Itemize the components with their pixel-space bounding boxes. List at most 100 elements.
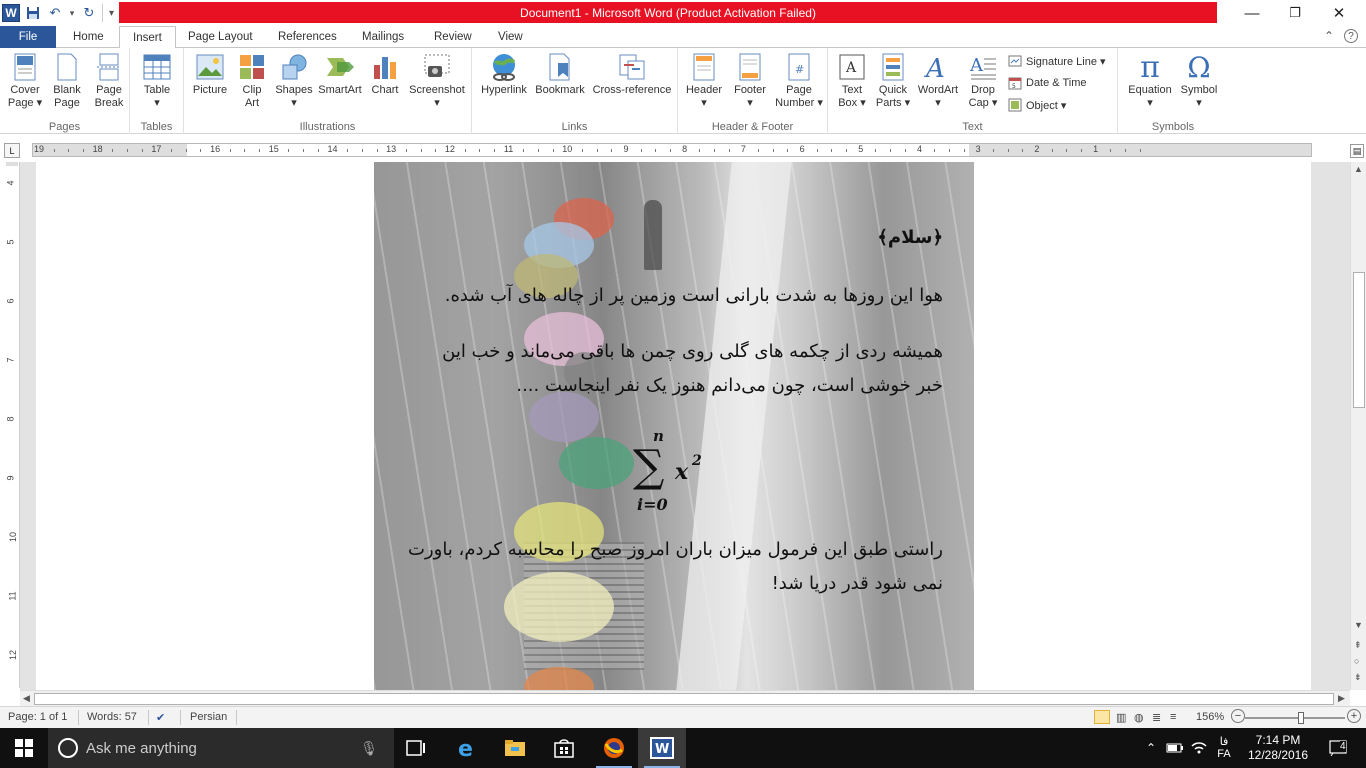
equation-button[interactable]: π Equation ▾: [1124, 52, 1176, 110]
browse-object-icon[interactable]: ○: [1354, 656, 1359, 666]
cover-page-button[interactable]: Cover Page ▾: [6, 52, 44, 110]
signature-line-button[interactable]: Signature Line ▾: [1008, 54, 1106, 68]
language-indicator[interactable]: Persian: [190, 711, 227, 723]
zoom-out-button[interactable]: −: [1231, 709, 1245, 723]
battery-icon[interactable]: [1164, 728, 1186, 768]
tab-mailings[interactable]: Mailings: [349, 26, 417, 48]
vertical-scrollbar[interactable]: ▲ ▼ ⇞ ○ ⇟: [1350, 162, 1366, 690]
print-layout-icon[interactable]: [1094, 710, 1110, 724]
doc-paragraph-3-line-1[interactable]: راستی طبق این فرمول میزان باران امروز صب…: [408, 534, 943, 566]
shapes-button[interactable]: Shapes ▾: [274, 52, 314, 110]
summation-equation[interactable]: ∑ n x 2 i=0: [633, 427, 723, 517]
tab-page-layout[interactable]: Page Layout: [175, 26, 266, 48]
ruler-toggle-icon[interactable]: ▤: [1350, 144, 1364, 158]
word-taskbar-icon[interactable]: W: [638, 728, 686, 768]
firefox-icon[interactable]: [590, 728, 638, 768]
close-button[interactable]: ✕: [1316, 0, 1362, 26]
customize-qat-icon[interactable]: ▾: [102, 4, 120, 22]
save-icon[interactable]: [24, 4, 42, 22]
drop-cap-button[interactable]: A Drop Cap ▾: [962, 52, 1004, 110]
outline-icon[interactable]: ≣: [1152, 711, 1161, 724]
draft-icon[interactable]: ≡: [1170, 711, 1176, 723]
tab-view[interactable]: View: [485, 26, 536, 48]
blank-page-button[interactable]: Blank Page: [48, 52, 86, 110]
clip-art-button[interactable]: Clip Art: [234, 52, 270, 110]
tab-references[interactable]: References: [265, 26, 350, 48]
tab-review[interactable]: Review: [421, 26, 485, 48]
cortana-search-box[interactable]: Ask me anything 🎙: [48, 728, 394, 768]
text-box-button[interactable]: A Text Box ▾: [832, 52, 872, 110]
tab-file[interactable]: File: [0, 26, 56, 48]
horizontal-scrollbar[interactable]: ◀ ▶: [20, 690, 1350, 706]
hyperlink-button[interactable]: Hyperlink: [478, 52, 530, 97]
input-language-indicator[interactable]: فا FA: [1212, 728, 1236, 768]
tab-insert[interactable]: Insert: [119, 26, 176, 49]
previous-page-icon[interactable]: ⇞: [1354, 640, 1362, 651]
screenshot-button[interactable]: Screenshot ▾: [406, 52, 468, 110]
smartart-button[interactable]: SmartArt: [316, 52, 364, 97]
word-count[interactable]: Words: 57: [87, 711, 137, 723]
zoom-slider[interactable]: [1245, 717, 1345, 719]
undo-dropdown-icon[interactable]: ▾: [68, 4, 76, 22]
doc-paragraph-3-line-2[interactable]: نمی شود قدر دریا شد!: [772, 568, 943, 600]
footer-button[interactable]: Footer ▾: [728, 52, 772, 110]
doc-paragraph-2-line-1[interactable]: همیشه ردی از چکمه های گلی روی چمن ها باق…: [442, 336, 943, 368]
edge-browser-icon[interactable]: e: [443, 728, 491, 768]
tab-home[interactable]: Home: [60, 26, 117, 48]
redo-icon[interactable]: ↻: [80, 4, 98, 22]
symbol-button[interactable]: Ω Symbol ▾: [1176, 52, 1222, 110]
quick-parts-button[interactable]: Quick Parts ▾: [872, 52, 914, 110]
vertical-ruler[interactable]: 4 5 6 7 8 9 10 11 12: [4, 162, 20, 688]
task-view-icon[interactable]: [392, 728, 440, 768]
wordart-button[interactable]: A WordArt ▾: [914, 52, 962, 110]
clock[interactable]: 7:14 PM 12/28/2016: [1244, 728, 1312, 768]
group-label-symbols: Symbols: [1151, 121, 1195, 133]
tray-overflow-icon[interactable]: ⌃: [1140, 728, 1162, 768]
ruler-tick: [171, 149, 173, 152]
microphone-icon[interactable]: 🎙: [360, 740, 378, 757]
scroll-right-icon[interactable]: ▶: [1338, 693, 1345, 704]
object-button[interactable]: Object ▾: [1008, 98, 1066, 112]
document-page[interactable]: ﴿سلام﴾ هوا این روزها به شدت بارانی است و…: [36, 162, 1311, 690]
scroll-down-icon[interactable]: ▼: [1354, 620, 1363, 630]
windows-start-icon[interactable]: [0, 728, 48, 768]
scroll-left-icon[interactable]: ◀: [23, 693, 30, 704]
store-icon[interactable]: [540, 728, 588, 768]
wifi-icon[interactable]: [1188, 728, 1210, 768]
maximize-button[interactable]: ❐: [1272, 0, 1318, 26]
zoom-in-button[interactable]: +: [1347, 709, 1361, 723]
ruler-tick: [420, 149, 422, 152]
doc-paragraph-1[interactable]: هوا این روزها به شدت بارانی است وزمین پر…: [445, 280, 943, 312]
horizontal-scroll-thumb[interactable]: [34, 693, 1334, 705]
bookmark-button[interactable]: Bookmark: [534, 52, 586, 97]
document-area[interactable]: ﴿سلام﴾ هوا این روزها به شدت بارانی است و…: [20, 162, 1350, 690]
zoom-slider-knob[interactable]: [1298, 712, 1304, 724]
undo-icon[interactable]: ↶: [46, 4, 64, 22]
date-time-button[interactable]: 5 Date & Time: [1008, 76, 1087, 90]
doc-heading[interactable]: ﴿سلام﴾: [877, 222, 943, 254]
cross-reference-button[interactable]: Cross-reference: [590, 52, 674, 97]
minimize-ribbon-icon[interactable]: ⌃: [1324, 29, 1334, 43]
header-button[interactable]: Header ▾: [682, 52, 726, 110]
scroll-up-icon[interactable]: ▲: [1354, 164, 1363, 174]
word-app-icon[interactable]: W: [2, 4, 20, 22]
file-explorer-icon[interactable]: [491, 728, 539, 768]
vertical-scroll-thumb[interactable]: [1353, 272, 1365, 408]
table-button[interactable]: Table ▾: [138, 52, 176, 110]
picture-button[interactable]: Picture: [190, 52, 230, 97]
page-break-button[interactable]: Page Break: [90, 52, 128, 110]
page-number-button[interactable]: # Page Number ▾: [774, 52, 824, 110]
zoom-level[interactable]: 156%: [1196, 711, 1224, 723]
full-screen-reading-icon[interactable]: ▥: [1116, 711, 1126, 724]
action-center-icon[interactable]: 4: [1318, 728, 1358, 768]
web-layout-icon[interactable]: ◍: [1134, 711, 1144, 724]
horizontal-ruler[interactable]: 19 18 17 16 15 14 13 12 11 10 9 8 7 6 5 4 3 2 1: [32, 143, 1312, 157]
doc-paragraph-2-line-2[interactable]: خبر خوشی است، چون می‌دانم هنوز یک نفر ای…: [516, 370, 943, 402]
minimize-button[interactable]: —: [1229, 0, 1275, 26]
page-count[interactable]: Page: 1 of 1: [8, 711, 67, 723]
tab-selector-icon[interactable]: L: [4, 143, 20, 158]
help-icon[interactable]: ?: [1344, 29, 1358, 43]
chart-button[interactable]: Chart: [366, 52, 404, 97]
next-page-icon[interactable]: ⇟: [1354, 672, 1362, 683]
proofing-icon[interactable]: ✔: [156, 711, 165, 724]
